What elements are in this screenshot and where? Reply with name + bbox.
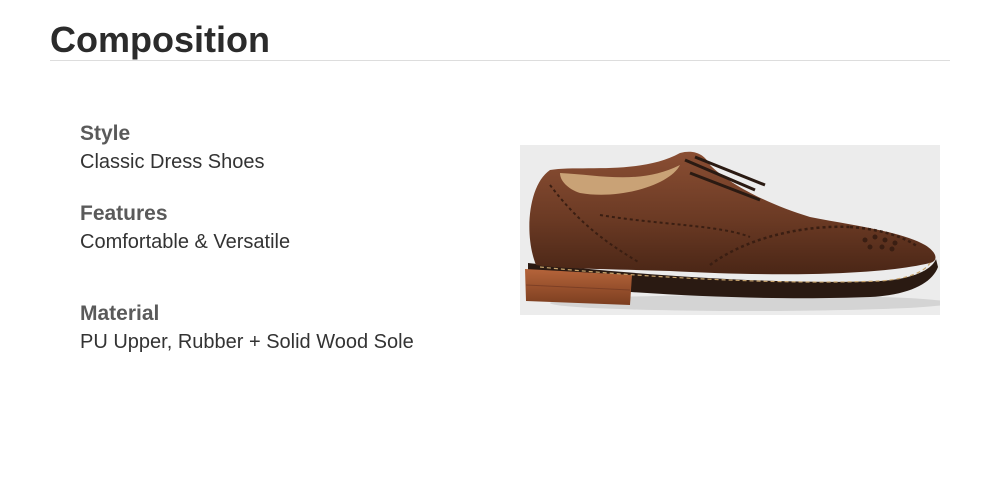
spec-material-label: Material xyxy=(80,302,160,325)
spec-features-label: Features xyxy=(80,202,168,225)
title-divider xyxy=(50,60,950,61)
section-title: Composition xyxy=(50,19,270,60)
spec-style-label: Style xyxy=(80,122,131,145)
shoe-heel xyxy=(525,269,632,305)
spec-material: Material PU Upper, Rubber + Solid Wood S… xyxy=(80,300,414,356)
spec-features: Features Comfortable & Versatile xyxy=(80,200,290,256)
spec-style-value: Classic Dress Shoes xyxy=(80,151,265,173)
spec-style: Style Classic Dress Shoes xyxy=(80,120,265,176)
spec-features-value: Comfortable & Versatile xyxy=(80,231,291,253)
brogue-shoe-illustration xyxy=(525,151,940,311)
shoe-upper xyxy=(529,151,936,275)
product-image xyxy=(520,145,940,315)
spec-material-value: PU Upper, Rubber + Solid Wood Sole xyxy=(80,331,414,353)
